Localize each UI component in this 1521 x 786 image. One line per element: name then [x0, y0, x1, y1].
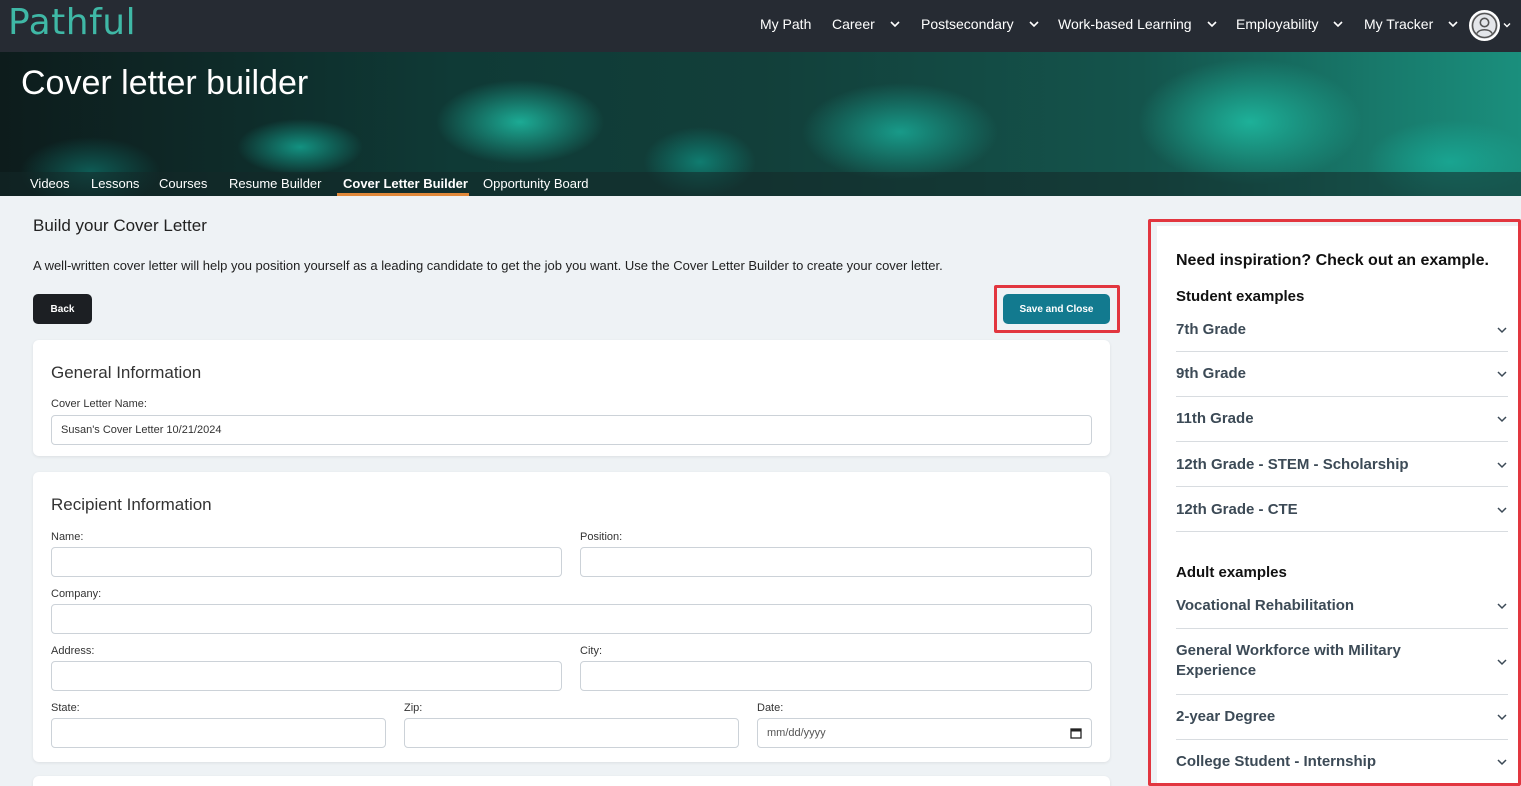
cover-letter-name-input[interactable]: [51, 415, 1092, 445]
page-title: Cover letter builder: [21, 64, 309, 102]
save-and-close-button[interactable]: Save and Close: [1003, 294, 1110, 324]
intro-text: A well-written cover letter will help yo…: [33, 258, 943, 273]
state-label: State:: [51, 702, 80, 714]
example-7th-grade[interactable]: 7th Grade: [1176, 308, 1508, 352]
nav-postsecondary[interactable]: Postsecondary: [921, 16, 1040, 32]
accordion-label: 12th Grade - STEM - Scholarship: [1176, 456, 1409, 473]
accordion-label: 7th Grade: [1176, 321, 1247, 338]
card-title: General Information: [51, 363, 202, 382]
accordion-label: 2-year Degree: [1176, 708, 1276, 725]
chevron-down-icon: [1497, 659, 1507, 666]
adult-examples-heading: Adult examples: [1176, 564, 1287, 581]
next-section-card: [33, 776, 1110, 786]
chevron-down-icon: [1497, 462, 1507, 469]
zip-label: Zip:: [404, 702, 423, 714]
example-general-workforce-military[interactable]: General Workforce with Military Experien…: [1176, 629, 1508, 695]
date-placeholder: mm/dd/yyyy: [767, 727, 826, 739]
card-title: Recipient Information: [51, 495, 212, 514]
active-tab-indicator: [337, 193, 469, 196]
nav-label: My Tracker: [1364, 16, 1434, 32]
nav-career[interactable]: Career: [832, 16, 901, 32]
user-avatar[interactable]: [1469, 10, 1500, 41]
accordion-label: 11th Grade: [1176, 410, 1254, 427]
hero-banner: Cover letter builder Videos Lessons Cour…: [0, 52, 1521, 196]
nav-label: Career: [832, 16, 875, 32]
general-information-card: General Information Cover Letter Name:: [33, 340, 1110, 456]
example-11th-grade[interactable]: 11th Grade: [1176, 397, 1508, 442]
company-label: Company:: [51, 588, 102, 600]
nav-label: Work-based Learning: [1058, 16, 1192, 32]
section-title: Build your Cover Letter: [33, 216, 207, 235]
nav-label: My Path: [760, 16, 812, 32]
example-12th-grade-cte[interactable]: 12th Grade - CTE: [1176, 487, 1508, 532]
accordion-label: General Workforce with Military Experien…: [1176, 642, 1401, 679]
accordion-label: 12th Grade - CTE: [1176, 501, 1298, 518]
tab-opportunity-board[interactable]: Opportunity Board: [483, 176, 589, 191]
accordion-label: Vocational Rehabilitation: [1176, 597, 1355, 614]
nav-my-tracker[interactable]: My Tracker: [1364, 16, 1459, 32]
chevron-down-icon: [1497, 371, 1507, 378]
chevron-down-icon: [1497, 507, 1507, 514]
address-label: Address:: [51, 645, 95, 657]
state-input[interactable]: [51, 718, 386, 748]
chevron-down-icon: [1029, 21, 1039, 28]
recipient-name-input[interactable]: [51, 547, 562, 577]
chevron-down-icon: [1497, 603, 1507, 610]
tab-cover-letter-builder[interactable]: Cover Letter Builder: [343, 176, 468, 191]
back-button[interactable]: Back: [33, 294, 92, 324]
chevron-down-icon: [1497, 416, 1507, 423]
chevron-down-icon[interactable]: [1502, 20, 1512, 30]
example-college-internship[interactable]: College Student - Internship: [1176, 740, 1508, 780]
chevron-down-icon: [1497, 327, 1507, 334]
student-examples-heading: Student examples: [1176, 288, 1305, 305]
nav-label: Employability: [1236, 16, 1319, 32]
recipient-information-card: Recipient Information Name: Position: Co…: [33, 472, 1110, 762]
examples-title: Need inspiration? Check out an example.: [1176, 252, 1489, 269]
city-input[interactable]: [580, 661, 1092, 691]
cover-letter-name-label: Cover Letter Name:: [51, 398, 147, 410]
chevron-down-icon: [1333, 21, 1344, 28]
date-input[interactable]: mm/dd/yyyy: [757, 718, 1092, 748]
chevron-down-icon: [1448, 21, 1458, 28]
zip-input[interactable]: [404, 718, 739, 748]
user-circle-icon: [1471, 12, 1498, 39]
nav-employability[interactable]: Employability: [1236, 16, 1344, 32]
company-input[interactable]: [51, 604, 1092, 634]
chevron-down-icon: [1497, 714, 1507, 721]
accordion-label: College Student - Internship: [1176, 753, 1377, 770]
tab-courses[interactable]: Courses: [159, 176, 207, 191]
nav-my-path[interactable]: My Path: [760, 16, 811, 32]
recipient-position-input[interactable]: [580, 547, 1092, 577]
nav-label: Postsecondary: [921, 16, 1014, 32]
nav-work-based-learning[interactable]: Work-based Learning: [1058, 16, 1218, 32]
example-2-year-degree[interactable]: 2-year Degree: [1176, 695, 1508, 740]
top-nav: Pathful My Path Career Postsecondary Wor…: [0, 0, 1521, 52]
recipient-name-label: Name:: [51, 531, 84, 543]
pathful-logo[interactable]: Pathful: [8, 2, 136, 43]
tab-resume-builder[interactable]: Resume Builder: [229, 176, 322, 191]
accordion-label: 9th Grade: [1176, 365, 1247, 382]
tab-videos[interactable]: Videos: [30, 176, 70, 191]
recipient-position-label: Position:: [580, 531, 623, 543]
calendar-icon[interactable]: [1070, 727, 1082, 739]
city-label: City:: [580, 645, 602, 657]
chevron-down-icon: [890, 21, 900, 28]
date-label: Date:: [757, 702, 784, 714]
chevron-down-icon: [1207, 21, 1217, 28]
example-12th-grade-stem[interactable]: 12th Grade - STEM - Scholarship: [1176, 442, 1508, 487]
section-tabs: Videos Lessons Courses Resume Builder Co…: [0, 172, 1521, 196]
address-input[interactable]: [51, 661, 562, 691]
tab-lessons[interactable]: Lessons: [91, 176, 139, 191]
chevron-down-icon: [1497, 759, 1507, 766]
example-vocational-rehabilitation[interactable]: Vocational Rehabilitation: [1176, 584, 1508, 629]
example-9th-grade[interactable]: 9th Grade: [1176, 352, 1508, 397]
